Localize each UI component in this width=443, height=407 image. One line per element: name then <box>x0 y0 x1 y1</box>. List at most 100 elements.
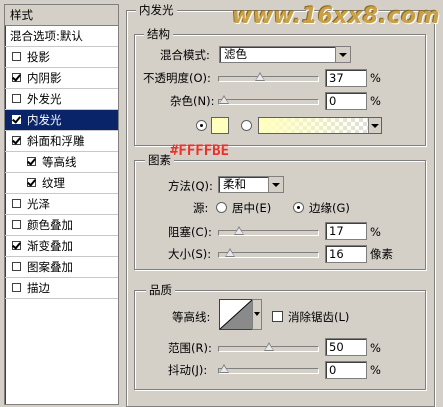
glow-color-swatch[interactable] <box>211 117 229 134</box>
sidebar-item-label: 渐变叠加 <box>27 239 73 253</box>
size-label: 大小(S): <box>168 247 212 261</box>
jitter-slider-thumb[interactable] <box>219 364 229 373</box>
method-select[interactable]: 柔和 <box>218 176 284 193</box>
sidebar-item-texture[interactable]: 纹理 <box>5 173 118 194</box>
choke-slider[interactable] <box>218 226 319 236</box>
glow-gradient-picker[interactable] <box>258 117 382 134</box>
sidebar-item-label: 投影 <box>27 50 50 64</box>
size-slider-thumb[interactable] <box>225 248 235 257</box>
sidebar-item-inner-glow[interactable]: 内发光 <box>5 110 118 131</box>
noise-slider-thumb[interactable] <box>219 95 229 104</box>
range-slider[interactable] <box>218 342 319 352</box>
antialias-checkbox[interactable] <box>272 311 283 322</box>
sidebar-item-label: 内发光 <box>27 113 62 127</box>
solid-color-radio[interactable] <box>196 120 207 131</box>
contour-preview[interactable] <box>219 299 253 330</box>
range-input[interactable]: 50 <box>325 338 367 356</box>
opacity-slider[interactable] <box>218 72 319 82</box>
contour-curve-icon <box>220 300 252 329</box>
texture-checkbox[interactable] <box>27 178 36 187</box>
antialias-label: 消除锯齿(L) <box>288 310 350 324</box>
noise-input[interactable]: 0 <box>325 92 367 110</box>
sidebar-item-outer-glow[interactable]: 外发光 <box>5 89 118 110</box>
sidebar-item-pattern-overlay[interactable]: 图案叠加 <box>5 257 118 278</box>
noise-slider[interactable] <box>218 95 319 105</box>
size-slider[interactable] <box>218 248 319 258</box>
blend-mode-select[interactable]: 滤色 <box>219 46 351 63</box>
sidebar-item-blending-options[interactable]: 混合选项:默认 <box>5 26 118 47</box>
styles-header: 样式 <box>5 5 118 26</box>
sidebar-item-color-overlay[interactable]: 颜色叠加 <box>5 215 118 236</box>
sidebar-item-satin[interactable]: 光泽 <box>5 194 118 215</box>
sidebar-item-label: 等高线 <box>42 155 77 169</box>
choke-input[interactable]: 17 <box>325 222 367 240</box>
pattern-overlay-checkbox[interactable] <box>12 262 21 271</box>
source-label: 源: <box>193 201 209 215</box>
sidebar-item-label: 图案叠加 <box>27 260 73 274</box>
color-overlay-checkbox[interactable] <box>12 220 21 229</box>
sidebar-item-label: 颜色叠加 <box>27 218 73 232</box>
color-annotation: #FFFFBE <box>170 143 230 159</box>
sidebar-item-label: 外发光 <box>27 92 62 106</box>
sidebar-item-label: 描边 <box>27 281 50 295</box>
chevron-down-icon <box>254 312 260 316</box>
quality-title: 品质 <box>146 283 175 297</box>
jitter-label: 抖动(J): <box>168 363 208 377</box>
structure-title: 结构 <box>144 27 173 41</box>
sidebar-item-label: 内阴影 <box>27 71 62 85</box>
opacity-slider-thumb[interactable] <box>255 72 265 81</box>
sidebar-item-drop-shadow[interactable]: 投影 <box>5 47 118 68</box>
drop-shadow-checkbox[interactable] <box>12 52 21 61</box>
sidebar-item-contour[interactable]: 等高线 <box>5 152 118 173</box>
jitter-unit: % <box>370 363 381 377</box>
blend-mode-value: 滤色 <box>224 47 247 61</box>
contour-label: 等高线: <box>172 310 211 324</box>
bevel-emboss-checkbox[interactable] <box>12 136 21 145</box>
sidebar-item-label: 光泽 <box>27 197 50 211</box>
inner-glow-title: 内发光 <box>136 3 177 17</box>
opacity-unit: % <box>370 71 381 85</box>
size-unit: 像素 <box>370 247 393 261</box>
range-label: 范围(R): <box>168 341 212 355</box>
source-center-radio[interactable] <box>216 202 227 213</box>
sidebar-item-inner-shadow[interactable]: 内阴影 <box>5 68 118 89</box>
noise-label: 杂色(N): <box>170 94 215 108</box>
method-value: 柔和 <box>223 177 246 191</box>
range-slider-thumb[interactable] <box>264 342 274 351</box>
contour-dropdown-button[interactable] <box>252 299 262 330</box>
styles-list: 样式 混合选项:默认 投影 内阴影 外发光 内发光 斜面和浮雕 等高线 纹理 光… <box>4 4 119 405</box>
contour-checkbox[interactable] <box>27 157 36 166</box>
opacity-input[interactable]: 37 <box>325 69 367 87</box>
watermark-text: www.16xx8.com <box>232 4 441 29</box>
size-input[interactable]: 16 <box>325 245 367 263</box>
inner-glow-checkbox[interactable] <box>12 115 21 124</box>
sidebar-item-stroke[interactable]: 描边 <box>5 278 118 299</box>
chevron-down-icon <box>368 118 381 133</box>
inner-shadow-checkbox[interactable] <box>12 73 21 82</box>
outer-glow-checkbox[interactable] <box>12 94 21 103</box>
range-unit: % <box>370 341 381 355</box>
source-edge-radio[interactable] <box>293 202 304 213</box>
satin-checkbox[interactable] <box>12 199 21 208</box>
method-label: 方法(Q): <box>168 179 213 193</box>
noise-unit: % <box>370 94 381 108</box>
choke-unit: % <box>370 225 381 239</box>
elements-title: 图素 <box>145 153 174 167</box>
blend-mode-label: 混合模式: <box>160 48 210 62</box>
choke-slider-thumb[interactable] <box>234 226 244 235</box>
sidebar-item-label: 混合选项:默认 <box>10 29 83 43</box>
chevron-down-icon <box>335 47 350 62</box>
choke-label: 阻塞(C): <box>168 225 212 239</box>
jitter-slider[interactable] <box>218 364 319 374</box>
chevron-down-icon <box>268 177 283 192</box>
stroke-checkbox[interactable] <box>12 283 21 292</box>
opacity-label: 不透明度(O): <box>143 71 211 85</box>
sidebar-item-gradient-overlay[interactable]: 渐变叠加 <box>5 236 118 257</box>
source-center-label: 居中(E) <box>232 201 272 215</box>
gradient-radio[interactable] <box>241 120 252 131</box>
sidebar-item-bevel-emboss[interactable]: 斜面和浮雕 <box>5 131 118 152</box>
sidebar-item-label: 斜面和浮雕 <box>27 134 85 148</box>
gradient-overlay-checkbox[interactable] <box>12 241 21 250</box>
sidebar-item-label: 纹理 <box>42 176 65 190</box>
jitter-input[interactable]: 0 <box>325 361 367 379</box>
